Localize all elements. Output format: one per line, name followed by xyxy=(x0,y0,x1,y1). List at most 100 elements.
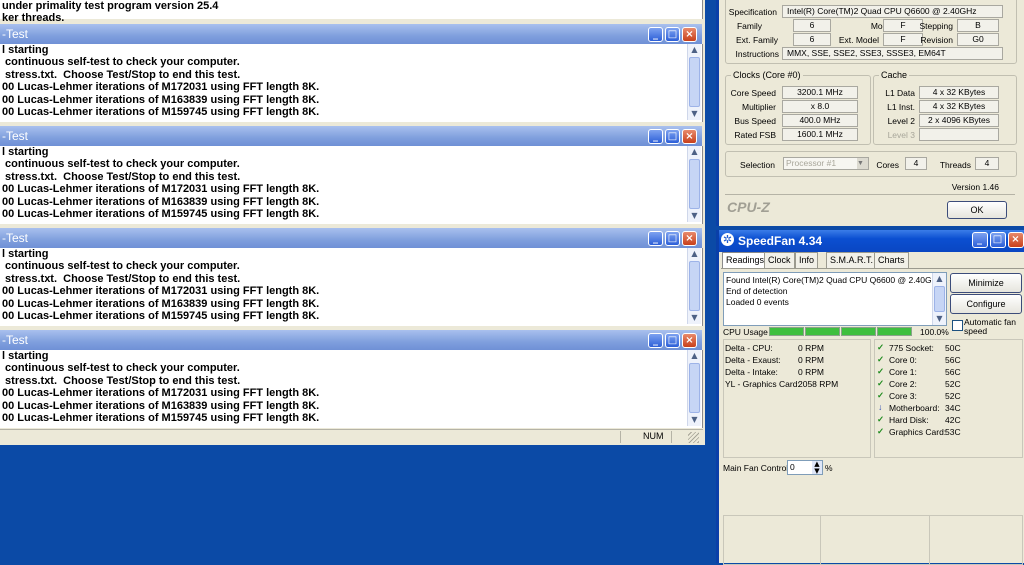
minimize-button[interactable]: _ xyxy=(648,27,663,42)
main-fan-control-input[interactable]: 0 ▲ ▼ xyxy=(787,460,823,475)
rated-fsb-value: 1600.1 MHz xyxy=(782,128,858,141)
maximize-button[interactable]: □ xyxy=(665,27,680,42)
torture-test-titlebar-1[interactable]: -Test _ □ × xyxy=(0,24,702,44)
maximize-icon: □ xyxy=(667,335,678,346)
fan-value: 0 RPM xyxy=(798,367,824,377)
scroll-up-icon[interactable]: ▲ xyxy=(688,248,701,260)
fan-label: Delta - CPU: xyxy=(725,343,773,353)
speedfan-titlebar[interactable]: ✲ SpeedFan 4.34 _ □ × xyxy=(719,230,1024,252)
automatic-fan-speed-checkbox[interactable] xyxy=(952,320,963,331)
maximize-button[interactable]: □ xyxy=(665,231,680,246)
tab-divider xyxy=(721,268,1024,269)
configure-button[interactable]: Configure xyxy=(950,294,1022,314)
minimize-button[interactable]: _ xyxy=(972,232,988,248)
cpu-usage-bar-segment xyxy=(841,327,876,336)
cpu-usage-bar xyxy=(769,327,919,336)
scroll-down-icon[interactable]: ▼ xyxy=(933,313,946,325)
ok-button[interactable]: OK xyxy=(947,201,1007,219)
temp-value: 53C xyxy=(945,427,961,437)
selection-label: Selection xyxy=(740,160,775,170)
scroll-up-icon[interactable]: ▲ xyxy=(688,350,701,362)
close-button[interactable]: × xyxy=(1008,232,1024,248)
temp-label: Motherboard: xyxy=(889,403,940,413)
scroll-down-icon[interactable]: ▼ xyxy=(688,108,701,120)
close-button[interactable]: × xyxy=(682,27,697,42)
maximize-button[interactable]: □ xyxy=(665,129,680,144)
output-line: 00 Lucas-Lehmer iterations of M159745 us… xyxy=(2,310,320,323)
window-title: -Test xyxy=(2,333,29,347)
tab-smart[interactable]: S.M.A.R.T. xyxy=(826,252,878,268)
l1-data-label: L1 Data xyxy=(885,88,915,98)
temp-value: 50C xyxy=(945,343,961,353)
vertical-scrollbar[interactable]: ▲ ▼ xyxy=(687,350,701,426)
vertical-scrollbar[interactable]: ▲ ▼ xyxy=(687,248,701,324)
vertical-scrollbar[interactable]: ▲ ▼ xyxy=(687,44,701,120)
maximize-button[interactable]: □ xyxy=(990,232,1006,248)
minimize-button[interactable]: _ xyxy=(648,231,663,246)
cpu-usage-bar-segment xyxy=(877,327,912,336)
tab-readings[interactable]: Readings xyxy=(722,252,769,268)
close-button[interactable]: × xyxy=(682,129,697,144)
output-line: l starting xyxy=(2,350,49,362)
scroll-up-icon[interactable]: ▲ xyxy=(688,44,701,56)
minimize-button[interactable]: _ xyxy=(648,129,663,144)
fan-value: 2058 RPM xyxy=(798,379,839,389)
vertical-scrollbar[interactable]: ▲ ▼ xyxy=(932,273,946,325)
close-icon: × xyxy=(1011,234,1020,245)
scroll-up-icon[interactable]: ▲ xyxy=(933,273,946,285)
cpu-usage-value: 100.0% xyxy=(920,327,949,337)
output-line: 00 Lucas-Lehmer iterations of M163839 us… xyxy=(2,297,320,310)
maximize-icon: □ xyxy=(992,234,1003,245)
maximize-button[interactable]: □ xyxy=(665,333,680,348)
scroll-thumb[interactable] xyxy=(689,57,700,107)
cpuz-logo: CPU-Z xyxy=(727,199,770,215)
minimize-to-tray-button[interactable]: Minimize xyxy=(950,273,1022,293)
temp-label: Core 1: xyxy=(889,367,917,377)
spinner-icon[interactable]: ▲ ▼ xyxy=(812,461,822,474)
output-line: 00 Lucas-Lehmer iterations of M159745 us… xyxy=(2,208,320,221)
torture-test-output-2: l starting continuous self-test to check… xyxy=(0,146,703,224)
torture-test-titlebar-3[interactable]: -Test _ □ × xyxy=(0,228,702,248)
output-line: 00 Lucas-Lehmer iterations of M159745 us… xyxy=(2,106,320,119)
ext-family-label: Ext. Family xyxy=(735,35,778,45)
fan-label: Delta - Intake: xyxy=(725,367,778,377)
tab-clock[interactable]: Clock xyxy=(764,252,795,268)
cores-label: Cores xyxy=(876,160,899,170)
spec-label: Specification xyxy=(728,7,777,17)
minimize-button[interactable]: _ xyxy=(648,333,663,348)
vertical-scrollbar[interactable]: ▲ ▼ xyxy=(687,146,701,222)
scroll-down-icon[interactable]: ▼ xyxy=(688,312,701,324)
output-line: continuous self-test to check your compu… xyxy=(2,362,240,375)
torture-test-titlebar-2[interactable]: -Test _ □ × xyxy=(0,126,702,146)
close-button[interactable]: × xyxy=(682,231,697,246)
ext-model-label: Ext. Model xyxy=(838,35,879,45)
output-line: ker threads. xyxy=(2,12,65,25)
temp-label: Core 0: xyxy=(889,355,917,365)
close-button[interactable]: × xyxy=(682,333,697,348)
threads-value: 4 xyxy=(975,157,999,170)
scroll-thumb[interactable] xyxy=(689,261,700,311)
output-line: 00 Lucas-Lehmer iterations of M159745 us… xyxy=(2,412,320,425)
scroll-thumb[interactable] xyxy=(934,286,945,312)
temp-label: 775 Socket: xyxy=(889,343,934,353)
log-line: End of detection xyxy=(726,286,788,296)
scroll-up-icon[interactable]: ▲ xyxy=(688,146,701,158)
scroll-thumb[interactable] xyxy=(689,363,700,413)
close-icon: × xyxy=(685,335,694,346)
processor-select[interactable]: Processor #1 ▼ xyxy=(783,157,869,170)
resize-grip-icon[interactable] xyxy=(688,432,699,443)
check-icon: ✓ xyxy=(877,366,885,376)
tab-charts[interactable]: Charts xyxy=(874,252,909,268)
bus-speed-label: Bus Speed xyxy=(734,116,776,126)
window-title: SpeedFan 4.34 xyxy=(738,234,823,248)
temp-label: Core 2: xyxy=(889,379,917,389)
output-line: 00 Lucas-Lehmer iterations of M163839 us… xyxy=(2,195,320,208)
multiplier-label: Multiplier xyxy=(741,102,776,112)
scroll-down-icon[interactable]: ▼ xyxy=(688,414,701,426)
fans-panel: Delta - CPU: 0 RPM Delta - Exaust: 0 RPM… xyxy=(723,339,871,458)
threads-label: Threads xyxy=(939,160,971,170)
scroll-thumb[interactable] xyxy=(689,159,700,209)
tab-info[interactable]: Info xyxy=(795,252,819,268)
scroll-down-icon[interactable]: ▼ xyxy=(688,210,701,222)
torture-test-titlebar-4[interactable]: -Test _ □ × xyxy=(0,330,702,350)
